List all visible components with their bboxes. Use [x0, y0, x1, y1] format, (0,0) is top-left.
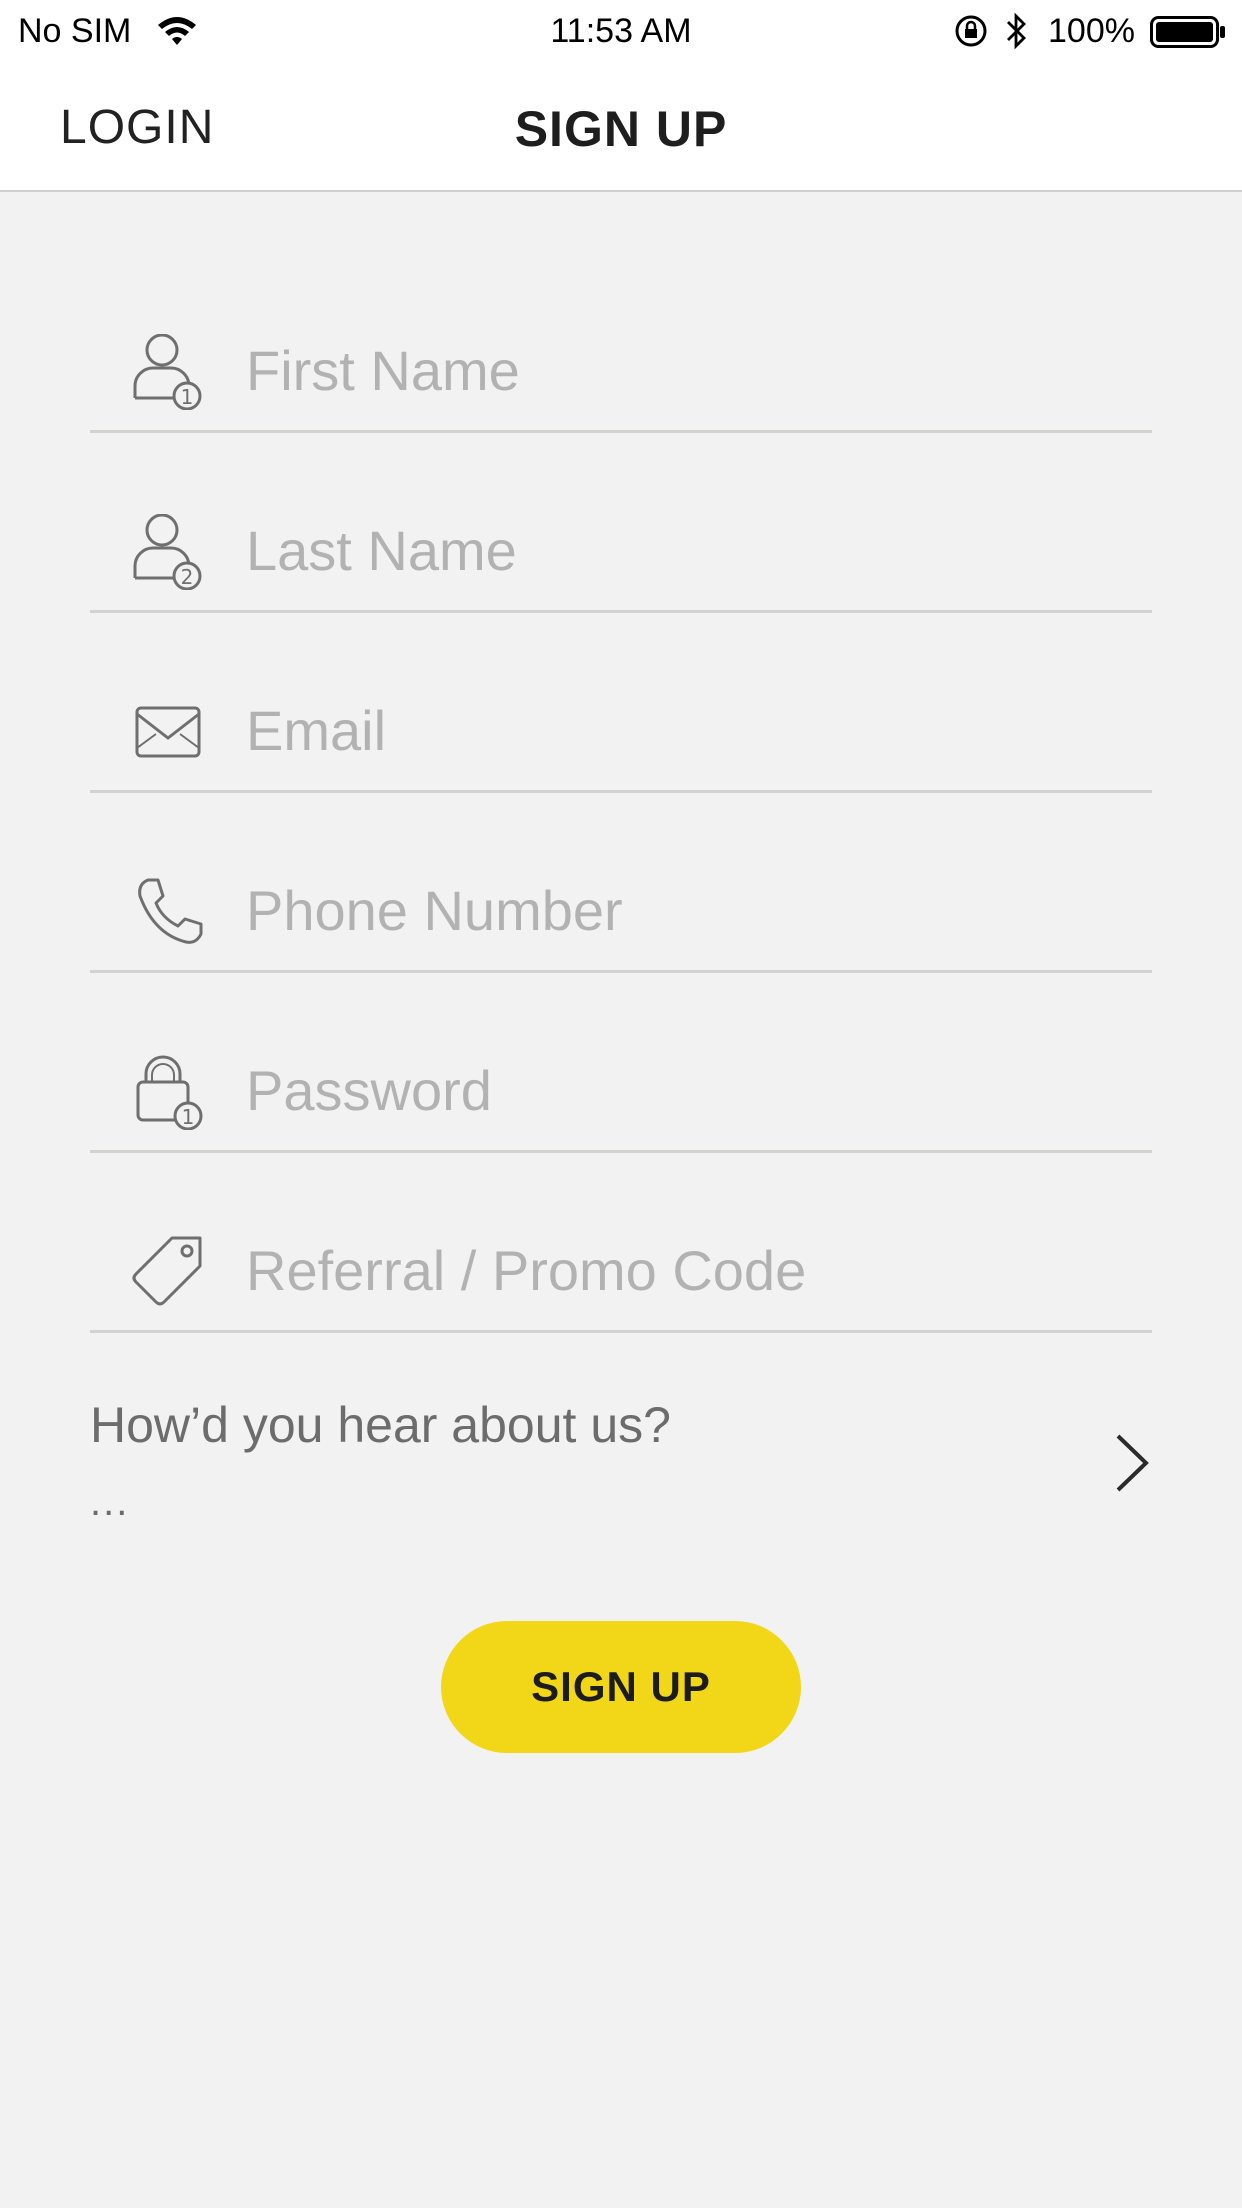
- promo-code-input[interactable]: [246, 1230, 1126, 1310]
- email-row: [90, 670, 1152, 793]
- envelope-icon: [132, 694, 208, 770]
- promo-code-row: [90, 1210, 1152, 1333]
- orientation-lock-icon: [953, 13, 989, 58]
- password-row: 1: [90, 1030, 1152, 1153]
- page-title: SIGN UP: [514, 101, 728, 157]
- svg-text:2: 2: [181, 565, 194, 589]
- email-input[interactable]: [246, 690, 1126, 770]
- phone-input[interactable]: [246, 870, 1126, 950]
- nav-bar: LOGIN SIGN UP: [0, 62, 1242, 192]
- password-input[interactable]: [246, 1050, 1126, 1130]
- phone-row: [90, 850, 1152, 973]
- tag-icon: [132, 1234, 208, 1310]
- last-name-input[interactable]: [246, 510, 1126, 590]
- person-1-icon: 1: [132, 333, 208, 411]
- person-2-icon: 2: [132, 513, 208, 591]
- lock-icon: 1: [132, 1054, 208, 1131]
- referral-source-selector[interactable]: How’d you hear about us? ...: [90, 1380, 1152, 1530]
- bluetooth-icon: [1005, 12, 1029, 59]
- battery-icon: [1150, 16, 1226, 57]
- referral-source-label: How’d you hear about us?: [90, 1397, 671, 1453]
- first-name-row: 1: [90, 310, 1152, 433]
- first-name-input[interactable]: [246, 330, 1126, 410]
- referral-source-value: ...: [90, 1480, 130, 1524]
- svg-text:1: 1: [181, 385, 194, 409]
- phone-icon: [132, 874, 208, 950]
- svg-text:1: 1: [182, 1105, 195, 1129]
- chevron-right-icon[interactable]: [1112, 1432, 1152, 1499]
- sign-up-button[interactable]: SIGN UP: [441, 1621, 801, 1753]
- status-bar: No SIM 11:53 AM 100%: [0, 0, 1242, 62]
- battery-percent: 100%: [1048, 12, 1135, 50]
- last-name-row: 2: [90, 490, 1152, 613]
